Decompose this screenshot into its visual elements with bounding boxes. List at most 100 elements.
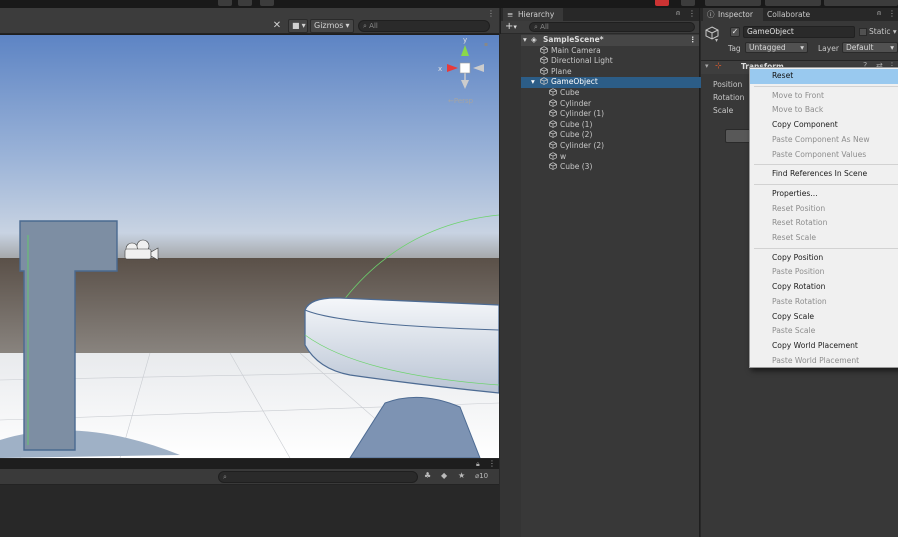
hierarchy-item-selected[interactable]: ▾ GameObject bbox=[501, 77, 701, 88]
more-menu-icon[interactable]: ⋮ bbox=[488, 459, 496, 468]
unity-scene-icon: ◈ bbox=[531, 35, 537, 44]
menu-item-copy-position[interactable]: Copy Position bbox=[750, 251, 898, 266]
perspective-label[interactable]: ←Persp bbox=[448, 97, 473, 105]
hierarchy-item[interactable]: Cylinder bbox=[501, 99, 701, 110]
hierarchy-item[interactable]: Cylinder (1) bbox=[501, 109, 701, 120]
tab-hierarchy[interactable]: ≡ Hierarchy bbox=[503, 8, 563, 21]
menu-item-reset[interactable]: Reset bbox=[750, 69, 898, 84]
chevron-down-icon: ▾ bbox=[513, 23, 517, 31]
hierarchy-item-label: Cube (2) bbox=[560, 130, 593, 140]
hierarchy-item[interactable]: Cube (1) bbox=[501, 120, 701, 131]
scene-root-row[interactable]: ▾ ◈ SampleScene* ⋮ bbox=[501, 35, 699, 46]
hierarchy-item-label: Cylinder bbox=[560, 98, 592, 108]
more-menu-icon[interactable]: ⋮ bbox=[688, 9, 696, 18]
hierarchy-item-label: Directional Light bbox=[551, 56, 613, 66]
svg-text:y: y bbox=[463, 36, 467, 44]
context-menu: Reset Move to Front Move to Back Copy Compo… bbox=[749, 67, 898, 368]
menu-item-find-references-in-scene[interactable]: Find References In Scene bbox=[750, 167, 898, 182]
transform-icon: ⊹ bbox=[715, 61, 722, 70]
active-checkbox[interactable]: ✓ bbox=[730, 27, 740, 37]
expand-arrow-icon[interactable]: ▾ bbox=[531, 77, 535, 88]
filter-label-icon[interactable]: ◆ bbox=[441, 471, 451, 480]
hierarchy-item[interactable]: Cube bbox=[501, 88, 701, 99]
menu-item-copy-scale[interactable]: Copy Scale bbox=[750, 310, 898, 325]
tag-dropdown[interactable]: Untagged ▾ bbox=[745, 42, 808, 53]
menu-item-copy-rotation[interactable]: Copy Rotation bbox=[750, 280, 898, 295]
menu-item-copy-world-placement[interactable]: Copy World Placement bbox=[750, 339, 898, 354]
object-name-input[interactable]: GameObject bbox=[743, 26, 855, 38]
hierarchy-item[interactable]: w bbox=[501, 152, 701, 163]
hierarchy-item-label: Cube (3) bbox=[560, 162, 593, 172]
gizmos-dropdown[interactable]: Gizmos ▾ bbox=[310, 19, 354, 33]
scale-label[interactable]: Scale bbox=[713, 106, 733, 115]
hierarchy-item-label: GameObject bbox=[551, 77, 598, 87]
menu-item-copy-component[interactable]: Copy Component bbox=[750, 118, 898, 133]
position-label[interactable]: Position bbox=[713, 80, 742, 89]
gameobject-icon bbox=[540, 77, 551, 88]
hierarchy-item[interactable]: Cylinder (2) bbox=[501, 141, 701, 152]
menu-item-move-to-back: Move to Back bbox=[772, 105, 824, 115]
add-button[interactable]: +▾ bbox=[505, 21, 517, 33]
layer-label: Layer bbox=[818, 44, 839, 53]
expand-arrow-icon[interactable]: ▾ bbox=[523, 35, 527, 46]
rotation-label[interactable]: Rotation bbox=[713, 93, 744, 102]
search-placeholder: All bbox=[540, 23, 549, 31]
collapse-arrow-icon[interactable]: ▾ bbox=[705, 62, 709, 70]
lock-icon[interactable]: ▪ bbox=[484, 41, 490, 48]
more-menu-icon[interactable]: ⋮ bbox=[487, 10, 495, 18]
layer-value: Default bbox=[846, 43, 874, 52]
gameobject-icon bbox=[540, 67, 551, 78]
static-checkbox[interactable] bbox=[859, 28, 867, 36]
hierarchy-item[interactable]: Main Camera bbox=[501, 46, 701, 57]
lock-icon[interactable]: 🔒︎ bbox=[476, 460, 484, 469]
tools-icon[interactable]: ✕ bbox=[270, 19, 284, 33]
tab-label: Hierarchy bbox=[518, 10, 555, 19]
lock-icon[interactable]: ⍝ bbox=[676, 9, 680, 18]
tab-collaborate[interactable]: Collaborate bbox=[767, 8, 810, 21]
more-menu-icon[interactable]: ⋮ bbox=[888, 9, 896, 18]
layer-dropdown[interactable]: Default ▾ bbox=[842, 42, 898, 53]
lock-icon[interactable]: ⍝ bbox=[877, 9, 881, 18]
collab-status-icon[interactable] bbox=[655, 0, 669, 6]
hidden-count[interactable]: ⌀10 bbox=[475, 472, 488, 480]
menu-item-properties[interactable]: Properties... bbox=[750, 187, 898, 202]
project-search-input[interactable]: ⌕ bbox=[218, 471, 418, 483]
scene-view[interactable]: ⋮ ✕ ■ ▾ Gizmos ▾ ⌕ All x y ←Persp ▪ bbox=[0, 8, 499, 458]
filter-type-icon[interactable]: ♣ bbox=[424, 471, 434, 480]
hierarchy-search-input[interactable]: ⌕ All bbox=[529, 22, 695, 32]
gameobject-icon bbox=[540, 56, 551, 67]
layout-dropdown[interactable] bbox=[824, 0, 898, 6]
bottom-panel: 🔒︎ ⋮ ⌕ ♣ ◆ ★ ⌀10 bbox=[0, 459, 499, 537]
menu-item-reset-rotation: Reset Rotation bbox=[772, 218, 828, 228]
menu-item-paste-component-values: Paste Component Values bbox=[772, 149, 867, 159]
hierarchy-toolbar: +▾ ⌕ All bbox=[501, 21, 699, 34]
cloud-button[interactable] bbox=[681, 0, 695, 6]
menu-item-move-to-front: Move to Front bbox=[772, 90, 825, 100]
svg-text:x: x bbox=[438, 65, 442, 73]
hierarchy-item[interactable]: Directional Light bbox=[501, 56, 701, 67]
favorite-icon[interactable]: ★ bbox=[458, 471, 468, 480]
pivot-button[interactable] bbox=[218, 0, 232, 6]
hierarchy-item[interactable]: Cube (2) bbox=[501, 130, 701, 141]
hierarchy-item[interactable]: Cube (3) bbox=[501, 162, 701, 173]
chevron-down-icon[interactable]: ▾ bbox=[715, 37, 718, 44]
gameobject-icon bbox=[549, 151, 560, 163]
account-dropdown[interactable] bbox=[705, 0, 761, 6]
hierarchy-item[interactable]: Plane bbox=[501, 67, 701, 78]
count-value: 10 bbox=[479, 472, 489, 480]
layers-dropdown[interactable] bbox=[765, 0, 821, 6]
scene-viewport[interactable]: x y ←Persp ▪ bbox=[0, 35, 499, 458]
tab-inspector[interactable]: ⓘ Inspector bbox=[703, 8, 763, 21]
scene-search-input[interactable]: ⌕ All bbox=[358, 20, 490, 32]
search-placeholder: All bbox=[369, 22, 378, 30]
grid-snap-button[interactable] bbox=[238, 0, 252, 6]
hierarchy-item-label: Cube (1) bbox=[560, 119, 593, 129]
bottom-toolbar: ⌕ ♣ ◆ ★ ⌀10 bbox=[0, 469, 499, 485]
increment-snap-button[interactable] bbox=[260, 0, 274, 6]
static-label[interactable]: Static ▾ bbox=[869, 27, 897, 36]
more-menu-icon[interactable]: ⋮ bbox=[689, 35, 697, 46]
hierarchy-item-label: Plane bbox=[551, 66, 572, 76]
camera-dropdown[interactable]: ■ ▾ bbox=[288, 19, 308, 33]
gameobject-icon bbox=[549, 109, 560, 120]
hierarchy-item-label: Cube bbox=[560, 88, 580, 97]
